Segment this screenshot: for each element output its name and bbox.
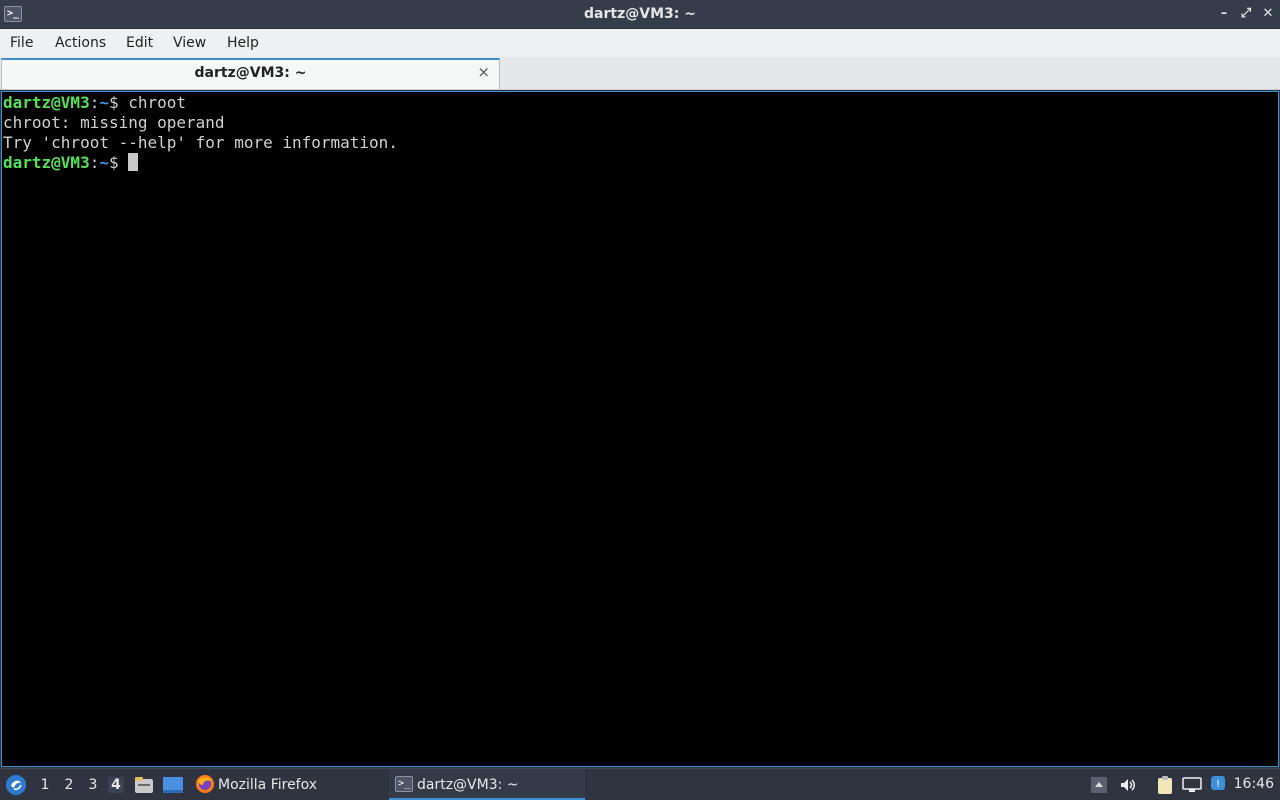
text-cursor [128, 153, 139, 171]
show-desktop-icon[interactable] [162, 776, 184, 798]
tab-close-icon[interactable]: × [477, 63, 490, 81]
prompt-path: ~ [99, 93, 109, 112]
tab-terminal[interactable]: dartz@VM3: ~ × [1, 58, 500, 89]
menu-view[interactable]: View [173, 35, 206, 51]
start-menu-icon[interactable] [5, 774, 27, 800]
minimize-icon[interactable]: – [1216, 5, 1232, 23]
workspace-4[interactable]: 4 [108, 777, 124, 793]
tab-bar: dartz@VM3: ~ × [0, 57, 1280, 90]
menu-edit[interactable]: Edit [126, 35, 153, 51]
prompt-separator: : [89, 153, 100, 172]
command-text: chroot [128, 93, 187, 112]
workspace-3[interactable]: 3 [85, 777, 101, 793]
terminal-line: dartz@VM3:~$ [3, 153, 1277, 173]
svg-text:!: ! [1216, 779, 1220, 790]
prompt-separator: : [89, 93, 100, 112]
prompt-symbol: $ [108, 153, 129, 172]
maximize-icon[interactable]: ⤢ [1238, 5, 1254, 23]
prompt-path: ~ [99, 153, 109, 172]
network-icon[interactable] [1182, 777, 1202, 797]
taskbar: 1 2 3 4 Mozilla Firefox >_ dartz@VM3: ~ … [0, 768, 1280, 800]
update-notifier-icon[interactable]: ! [1210, 775, 1226, 797]
terminal-line: dartz@VM3:~$ chroot [3, 93, 1277, 113]
task-firefox-label: Mozilla Firefox [218, 777, 318, 793]
workspace-2[interactable]: 2 [61, 777, 77, 793]
file-manager-icon[interactable] [134, 776, 154, 798]
prompt-user: dartz@VM3 [3, 93, 90, 112]
firefox-icon [195, 774, 215, 798]
clipboard-icon[interactable] [1156, 775, 1174, 799]
menu-help[interactable]: Help [227, 35, 259, 51]
terminal-task-icon: >_ [395, 776, 413, 792]
prompt-symbol: $ [108, 93, 129, 112]
close-icon[interactable]: ✕ [1260, 5, 1276, 23]
terminal-output[interactable]: dartz@VM3:~$ chroot chroot: missing opera… [1, 91, 1279, 767]
task-terminal-label: dartz@VM3: ~ [417, 777, 519, 793]
menu-bar: File Actions Edit View Help [0, 29, 1280, 57]
workspace-1[interactable]: 1 [37, 777, 53, 793]
menu-actions[interactable]: Actions [55, 35, 106, 51]
tab-label: dartz@VM3: ~ [194, 65, 307, 81]
terminal-line: chroot: missing operand [3, 113, 225, 132]
volume-icon[interactable] [1119, 776, 1137, 798]
window-title: dartz@VM3: ~ [584, 6, 696, 22]
clock[interactable]: 16:46 [1234, 776, 1274, 792]
task-firefox[interactable]: Mozilla Firefox [191, 769, 381, 800]
task-terminal[interactable]: >_ dartz@VM3: ~ [389, 769, 585, 800]
terminal-line: Try 'chroot --help' for more information… [3, 133, 398, 152]
window-titlebar[interactable]: >_ dartz@VM3: ~ – ⤢ ✕ [0, 0, 1280, 29]
menu-file[interactable]: File [10, 35, 33, 51]
prompt-user: dartz@VM3 [3, 153, 90, 172]
tray-arrow-icon[interactable] [1091, 777, 1107, 797]
